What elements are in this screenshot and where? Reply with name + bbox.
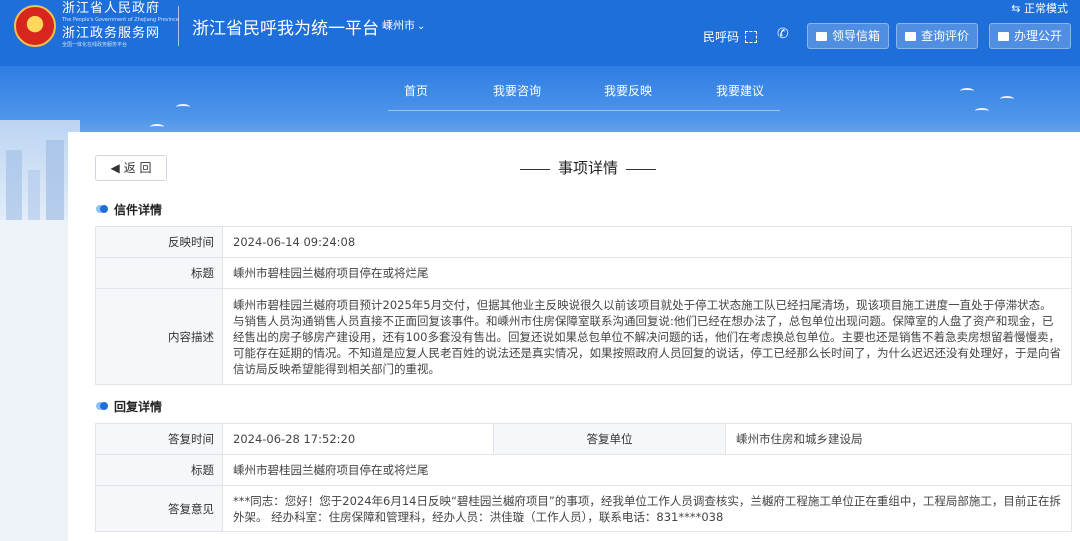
- back-arrow-icon: ◀: [110, 161, 120, 175]
- reply-time-value: 2024-06-28 17:52:20: [222, 423, 494, 455]
- bird-decoration: [975, 108, 989, 114]
- table-row: 答复时间 2024-06-28 17:52:20 答复单位 嵊州市住房和城乡建设…: [95, 423, 1072, 455]
- page-title: 事项详情: [512, 157, 664, 178]
- letter-section-label: 信件详情: [114, 203, 163, 217]
- reply-opinion-label: 答复意见: [95, 485, 223, 532]
- phone-icon[interactable]: ✆: [777, 26, 789, 42]
- nav-consult[interactable]: 我要咨询: [493, 82, 541, 99]
- reply-time-label: 答复时间: [95, 423, 223, 455]
- content-value: 嵊州市碧桂园兰樾府项目预计2025年5月交付，但据其他业主反映说很久以前该项目就…: [222, 288, 1072, 385]
- org-name-en: The People's Government of Zhejiang Prov…: [62, 17, 179, 23]
- bird-decoration: [150, 124, 164, 130]
- time-value: 2024-06-14 09:24:08: [222, 226, 1072, 258]
- qr-code-icon: [745, 31, 758, 43]
- table-row: 答复意见 ***同志：您好！您于2024年6月14日反映“碧桂园兰樾府项目”的事…: [95, 485, 1072, 532]
- subject-value: 嵊州市碧桂园兰樾府项目停在或将烂尾: [222, 257, 1072, 289]
- content-label: 内容描述: [95, 288, 223, 385]
- reply-subject-label: 标题: [95, 454, 223, 486]
- public-button[interactable]: 办理公开: [989, 23, 1072, 49]
- bird-decoration: [1000, 96, 1014, 102]
- service-name-cn: 浙江政务服务网: [62, 26, 161, 41]
- public-label: 办理公开: [1014, 29, 1063, 43]
- bird-decoration: [176, 104, 190, 110]
- reply-table: 答复时间 2024-06-28 17:52:20 答复单位 嵊州市住房和城乡建设…: [95, 423, 1072, 532]
- hotline-code[interactable]: 民呼码: [703, 28, 758, 45]
- nav-suggest[interactable]: 我要建议: [716, 82, 764, 99]
- leader-mailbox-button[interactable]: 领导信箱: [807, 23, 890, 49]
- table-row: 反映时间 2024-06-14 09:24:08: [95, 226, 1072, 258]
- book-icon: [998, 32, 1009, 41]
- reply-section-label: 回复详情: [114, 400, 163, 414]
- chevron-down-icon: ⌄: [417, 21, 426, 32]
- reply-subject-value: 嵊州市碧桂园兰樾府项目停在或将烂尾: [222, 454, 1072, 486]
- reply-opinion-value: ***同志：您好！您于2024年6月14日反映“碧桂园兰樾府项目”的事项，经我单…: [222, 485, 1072, 532]
- platform-title: 浙江省民呼我为统一平台: [192, 19, 379, 39]
- query-review-button[interactable]: 查询评价: [896, 23, 979, 49]
- table-row: 内容描述 嵊州市碧桂园兰樾府项目预计2025年5月交付，但据其他业主反映说很久以…: [95, 288, 1072, 385]
- city-selector[interactable]: 嵊州市 ⌄: [382, 17, 425, 33]
- page-title-text: 事项详情: [558, 159, 619, 177]
- top-header: 浙江省人民政府 The People's Government of Zheji…: [0, 0, 1080, 66]
- subject-label: 标题: [95, 257, 223, 289]
- national-emblem-icon: [14, 5, 56, 47]
- reply-unit-value: 嵊州市住房和城乡建设局: [725, 423, 1072, 455]
- service-name-sub: 全国一体化在线政务服务平台: [62, 42, 128, 48]
- mail-icon: [816, 32, 827, 41]
- city-label: 嵊州市: [382, 19, 415, 32]
- back-button[interactable]: ◀ 返 回: [95, 155, 167, 181]
- org-logo[interactable]: 浙江省人民政府 The People's Government of Zheji…: [62, 1, 179, 48]
- org-name-cn: 浙江省人民政府: [62, 1, 161, 16]
- time-label: 反映时间: [95, 226, 223, 258]
- bird-decoration: [960, 88, 974, 94]
- nav-home[interactable]: 首页: [404, 82, 428, 99]
- back-label: 返 回: [123, 161, 152, 175]
- hotline-label: 民呼码: [703, 30, 740, 44]
- leader-mailbox-label: 领导信箱: [832, 29, 881, 43]
- nav-feedback[interactable]: 我要反映: [604, 82, 652, 99]
- letter-table: 反映时间 2024-06-14 09:24:08 标题 嵊州市碧桂园兰樾府项目停…: [95, 226, 1072, 385]
- table-row: 标题 嵊州市碧桂园兰樾府项目停在或将烂尾: [95, 257, 1072, 289]
- query-review-label: 查询评价: [921, 29, 970, 43]
- header-divider: [178, 6, 179, 46]
- letter-section-title: 信件详情: [96, 201, 162, 218]
- section-dot-icon: [96, 205, 108, 213]
- comment-icon: [905, 32, 916, 41]
- nav-divider: [388, 110, 780, 111]
- table-row: 标题 嵊州市碧桂园兰樾府项目停在或将烂尾: [95, 454, 1072, 486]
- section-dot-icon: [96, 402, 108, 410]
- reply-section-title: 回复详情: [96, 398, 162, 415]
- reply-unit-label: 答复单位: [493, 423, 726, 455]
- mode-switch[interactable]: ⇆ 正常模式: [1011, 0, 1068, 16]
